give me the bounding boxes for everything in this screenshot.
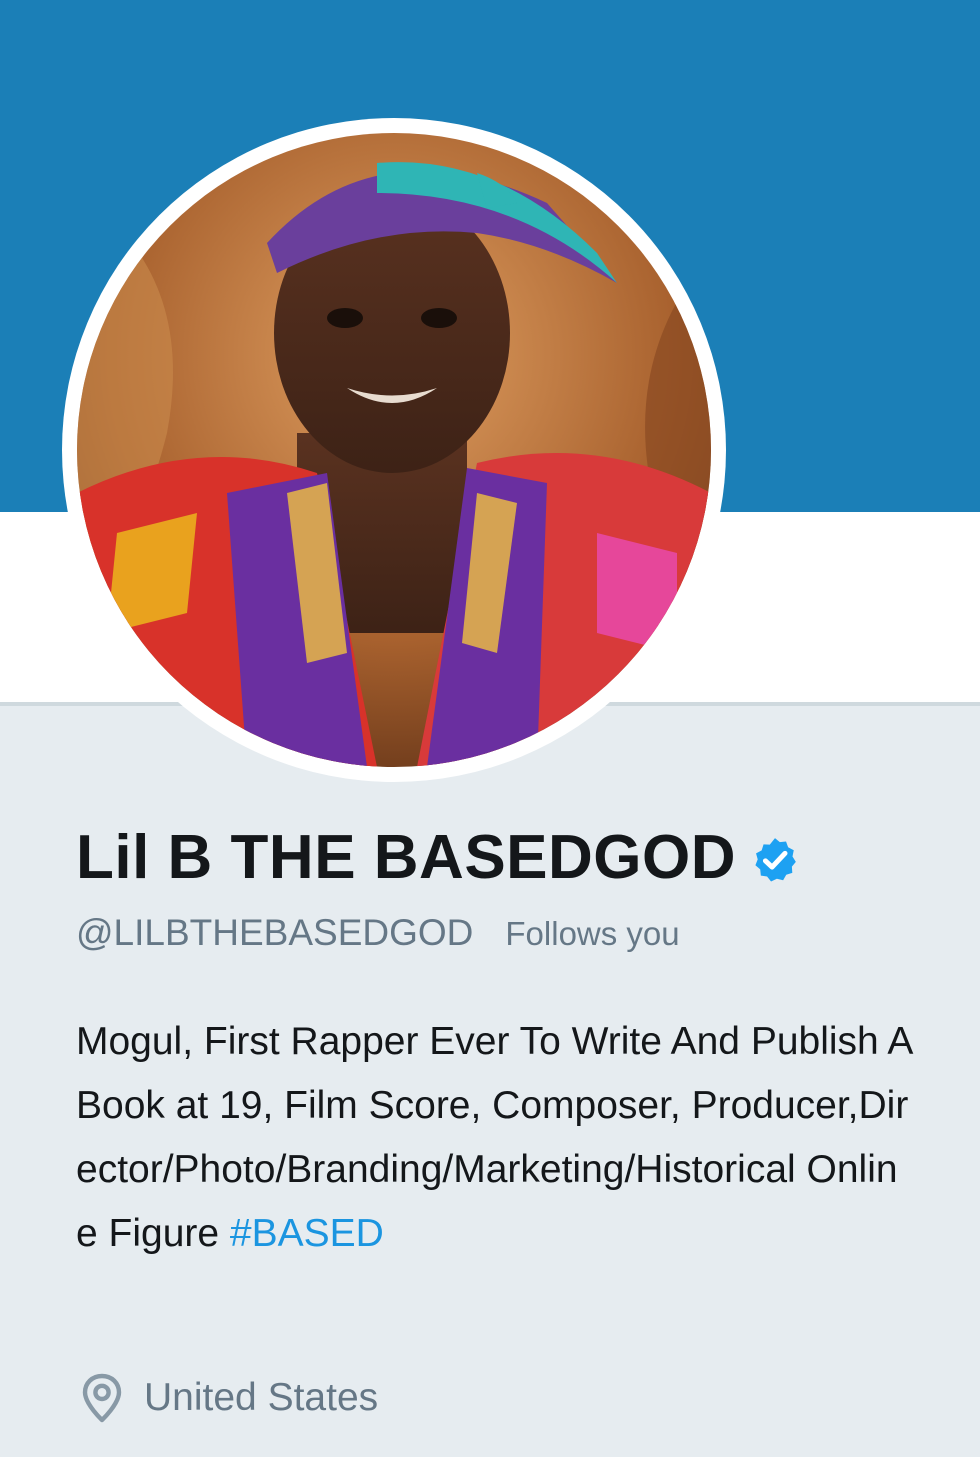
bio-text: Mogul, First Rapper Ever To Write And Pu… — [76, 1020, 912, 1255]
profile-display-name[interactable]: Lil B THE BASEDGOD — [76, 818, 736, 898]
bio-hashtag-link[interactable]: #BASED — [230, 1212, 384, 1255]
profile-bio: Mogul, First Rapper Ever To Write And Pu… — [76, 1010, 916, 1266]
profile-location: United States — [80, 1372, 378, 1424]
profile-avatar[interactable] — [62, 118, 726, 782]
profile-handle[interactable]: @LILBTHEBASEDGOD — [76, 912, 473, 954]
follows-you-badge: Follows you — [505, 915, 680, 952]
avatar-photo — [77, 133, 711, 767]
verified-badge-icon — [750, 835, 800, 885]
handle-row: @LILBTHEBASEDGOD Follows you — [76, 912, 680, 954]
location-text: United States — [144, 1376, 379, 1419]
location-pin-icon — [80, 1372, 124, 1424]
name-row: Lil B THE BASEDGOD — [76, 818, 800, 898]
